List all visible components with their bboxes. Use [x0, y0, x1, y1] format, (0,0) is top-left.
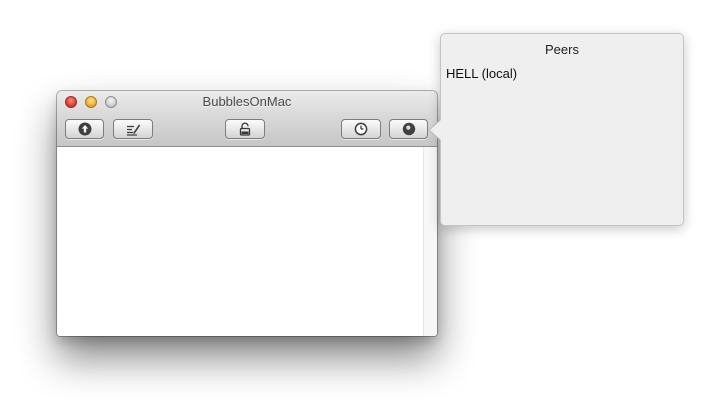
lock-button[interactable]	[225, 119, 265, 139]
peers-popover: Peers HELL (local)	[440, 33, 684, 226]
compose-button[interactable]	[113, 119, 153, 139]
publish-button[interactable]	[65, 119, 104, 139]
up-arrow-circle-icon	[78, 122, 92, 136]
message-area[interactable]	[57, 147, 437, 336]
clock-icon	[354, 122, 368, 136]
popover-arrow	[430, 119, 442, 141]
compose-pencil-icon	[125, 122, 141, 136]
peers-circle-icon	[402, 122, 416, 136]
window-title: BubblesOnMac	[202, 94, 292, 109]
popover-title: Peers	[545, 42, 579, 57]
list-item[interactable]: HELL (local)	[446, 66, 676, 82]
vertical-scrollbar[interactable]	[423, 147, 437, 336]
main-window: BubblesOnMac	[57, 91, 437, 336]
history-button[interactable]	[341, 119, 381, 139]
peer-list: HELL (local)	[446, 66, 676, 82]
peers-button[interactable]	[389, 119, 428, 139]
padlock-icon	[239, 122, 251, 136]
title-bar[interactable]: BubblesOnMac	[57, 91, 437, 147]
